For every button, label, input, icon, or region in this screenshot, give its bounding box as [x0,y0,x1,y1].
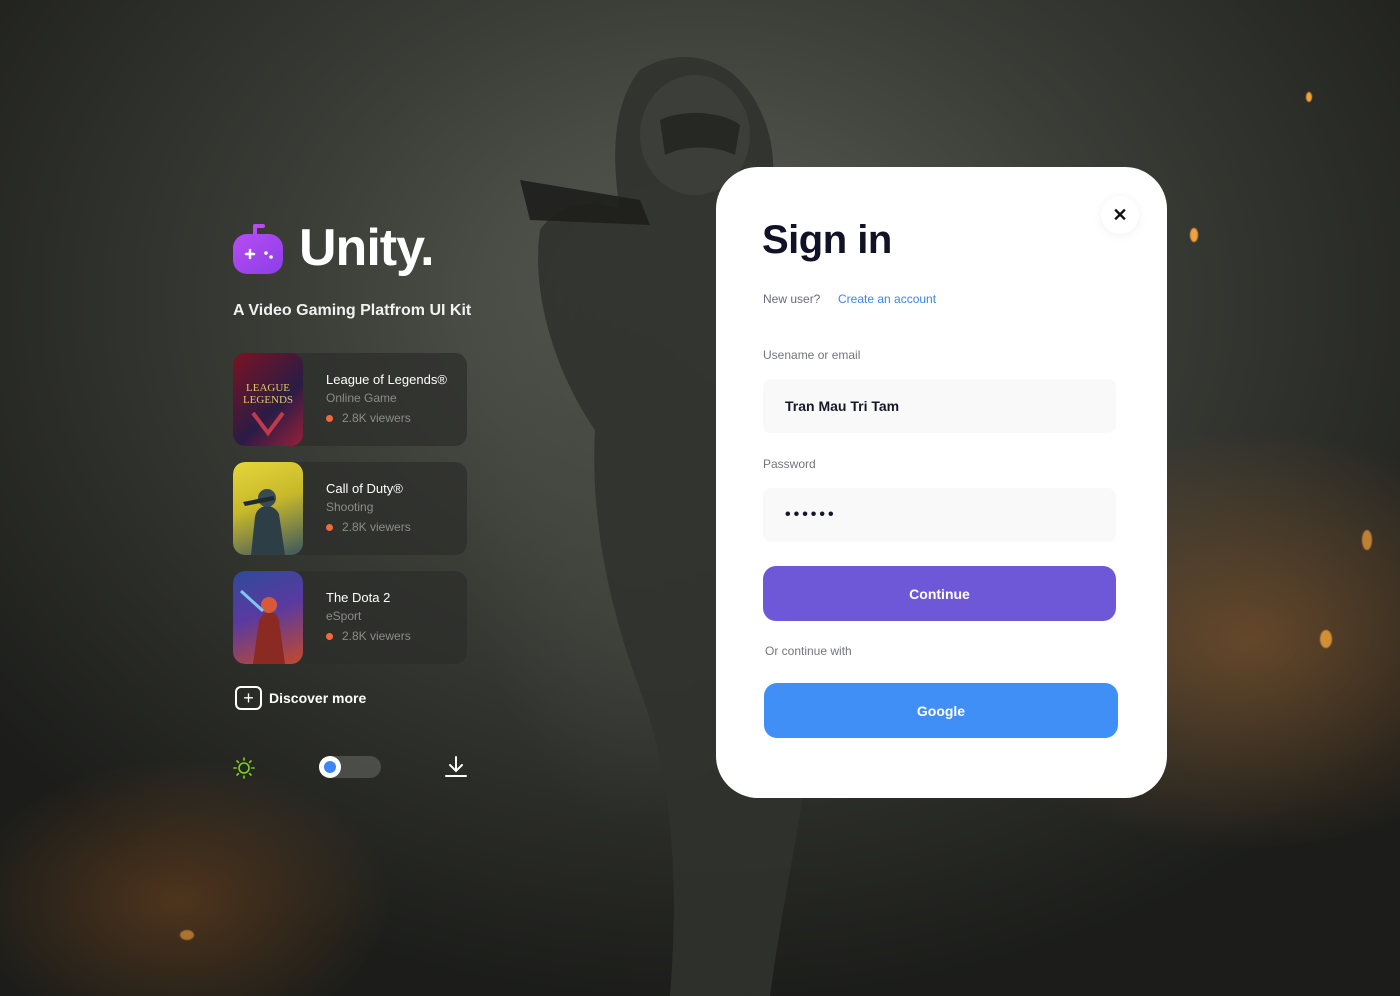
game-card-dota[interactable]: The Dota 2 eSport 2.8K viewers [233,571,467,664]
game-genre: Shooting [326,500,374,514]
discover-more-button[interactable]: + Discover more [235,686,366,710]
ember [1362,530,1372,550]
ember [1190,228,1198,242]
game-viewers: 2.8K viewers [326,629,411,643]
brand: Unity. [233,218,435,278]
username-field[interactable]: Tran Mau Tri Tam [763,379,1116,433]
game-thumbnail [233,571,303,664]
continue-button[interactable]: Continue [763,566,1116,621]
live-dot [326,414,333,422]
theme-toggle[interactable] [319,756,381,778]
download-icon[interactable] [444,756,468,783]
game-genre: Online Game [326,391,397,405]
viewers-count: 2.8K viewers [342,520,411,534]
svg-text:LEAGUE: LEAGUE [246,382,290,394]
live-dot [326,523,333,531]
new-user-text: New user? [763,292,821,306]
toggle-knob [319,756,341,778]
live-dot [326,632,333,640]
viewers-count: 2.8K viewers [342,411,411,425]
username-label: Usename or email [763,348,861,362]
close-icon[interactable]: ✕ [1101,196,1139,234]
password-field[interactable]: •••••• [763,488,1116,542]
game-thumbnail [233,462,303,555]
ember [180,930,194,940]
sun-icon[interactable] [233,757,255,784]
viewers-count: 2.8K viewers [342,629,411,643]
plus-icon: + [235,686,262,710]
discover-more-label: Discover more [269,690,367,706]
gamepad-icon [233,222,283,274]
game-viewers: 2.8K viewers [326,411,447,425]
or-continue-text: Or continue with [765,644,852,658]
google-button[interactable]: Google [764,683,1118,738]
create-account-link[interactable]: Create an account [838,292,936,306]
game-title: League of Legends® [326,372,447,387]
ember [1306,92,1312,102]
game-card-cod[interactable]: Call of Duty® Shooting 2.8K viewers [233,462,467,555]
password-label: Password [763,457,816,471]
game-thumbnail: LEAGUE LEGENDS [233,353,303,446]
svg-text:LEGENDS: LEGENDS [243,394,293,406]
ember [1320,630,1332,648]
game-card-lol[interactable]: LEAGUE LEGENDS League of Legends® Online… [233,353,467,446]
game-genre: eSport [326,609,362,623]
game-title: The Dota 2 [326,590,391,605]
brand-title: Unity. [299,219,435,277]
game-title: Call of Duty® [326,481,403,496]
game-viewers: 2.8K viewers [326,520,411,534]
signin-title: Sign in [762,218,892,262]
brand-subtitle: A Video Gaming Platfrom UI Kit [233,302,472,319]
